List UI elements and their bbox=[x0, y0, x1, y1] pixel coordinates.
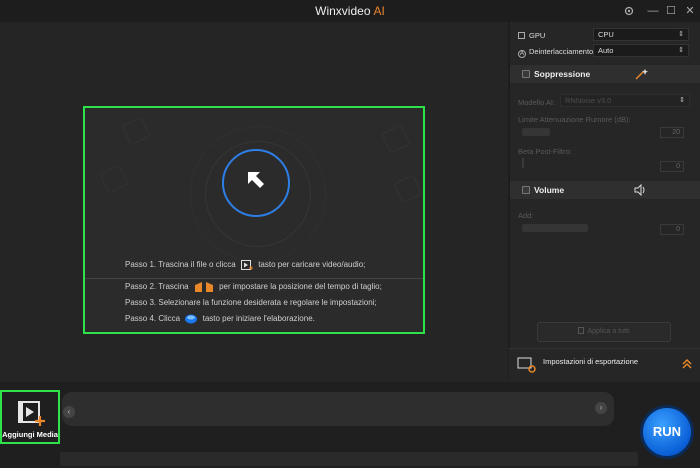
beta-label: Beta Post-Filtro: bbox=[518, 147, 572, 156]
add-video-icon bbox=[18, 401, 45, 426]
close-button[interactable]: ✕ bbox=[681, 2, 699, 20]
attenuation-value: 20 bbox=[660, 127, 684, 138]
denoise-wand-icon bbox=[635, 69, 648, 80]
apply-icon bbox=[578, 327, 585, 334]
run-button[interactable]: RUN bbox=[640, 405, 694, 459]
step-2: Passo 2. Trascina per impostare la posiz… bbox=[125, 281, 382, 292]
run-mini-icon bbox=[185, 314, 198, 324]
deinterlace-icon: A bbox=[518, 50, 526, 58]
divider bbox=[85, 278, 423, 279]
trim-handles-icon bbox=[194, 281, 213, 292]
app-title-text: Winxvideo bbox=[315, 4, 371, 18]
export-monitor-icon bbox=[517, 357, 536, 373]
deinterlace-row: A Deinterlacciamento bbox=[518, 47, 594, 58]
status-strip bbox=[60, 452, 638, 466]
gear-icon[interactable] bbox=[620, 2, 638, 20]
suppression-header[interactable]: Soppressione bbox=[510, 65, 700, 83]
chevron-right-icon[interactable]: › bbox=[595, 402, 607, 414]
app-title: Winxvideo AI bbox=[0, 4, 700, 18]
import-arrow-icon[interactable] bbox=[246, 170, 266, 190]
updown-icon: ⇕ bbox=[679, 97, 685, 104]
gpu-checkbox[interactable] bbox=[518, 32, 525, 39]
attenuation-slider bbox=[522, 128, 550, 136]
beta-slider bbox=[522, 158, 524, 168]
speaker-icon bbox=[634, 184, 645, 196]
deinterlace-select[interactable]: Auto ⇕ bbox=[593, 44, 689, 57]
add-video-icon bbox=[240, 259, 253, 270]
gpu-row: GPU bbox=[518, 31, 545, 40]
chevrons-up-icon[interactable] bbox=[681, 358, 693, 370]
minimize-button[interactable]: — bbox=[644, 2, 662, 20]
decorative-film-icon bbox=[121, 116, 151, 146]
beta-value: 0 bbox=[660, 161, 684, 172]
export-settings-label: Impostazioni di esportazione bbox=[543, 357, 639, 366]
drop-zone[interactable]: Passo 1. Trascina il file o clicca tasto… bbox=[83, 106, 425, 334]
volume-slider bbox=[522, 224, 588, 232]
volume-value: 0 bbox=[660, 224, 684, 235]
volume-checkbox[interactable] bbox=[522, 186, 530, 194]
title-bar: Winxvideo AI — ☐ ✕ bbox=[0, 0, 700, 22]
add-media-button[interactable]: Aggiungi Media bbox=[0, 390, 60, 444]
attenuation-label: Limite Attenuazione Rumore (dB): bbox=[518, 115, 631, 124]
apply-all-button: Applica a tutti bbox=[537, 322, 671, 342]
chevron-left-icon[interactable]: ‹ bbox=[63, 406, 75, 418]
updown-icon: ⇕ bbox=[678, 47, 684, 54]
gpu-select[interactable]: CPU ⇕ bbox=[593, 28, 689, 41]
add-media-label: Aggiungi Media bbox=[2, 430, 58, 439]
volume-header[interactable]: Volume bbox=[510, 181, 700, 199]
decorative-camera-icon bbox=[393, 174, 423, 204]
timeline-strip[interactable] bbox=[62, 392, 614, 426]
step-1: Passo 1. Trascina il file o clicca tasto… bbox=[125, 259, 366, 270]
add-label: Add: bbox=[518, 211, 534, 220]
preview-area: Passo 1. Trascina il file o clicca tasto… bbox=[0, 22, 508, 382]
step-4: Passo 4. Clicca tasto per iniziare l'ela… bbox=[125, 314, 315, 324]
model-label: Modello AI: bbox=[518, 98, 556, 107]
updown-icon: ⇕ bbox=[678, 31, 684, 38]
decorative-image-icon bbox=[381, 124, 411, 154]
step-3: Passo 3. Selezionare la funzione desider… bbox=[125, 298, 377, 307]
maximize-button[interactable]: ☐ bbox=[662, 2, 680, 20]
decorative-music-icon bbox=[99, 164, 129, 194]
app-title-accent: AI bbox=[373, 4, 385, 18]
suppression-checkbox[interactable] bbox=[522, 70, 530, 78]
model-select: RNNoise v3.0 ⇕ bbox=[560, 94, 690, 107]
export-settings-bar[interactable]: Impostazioni di esportazione bbox=[509, 348, 700, 382]
